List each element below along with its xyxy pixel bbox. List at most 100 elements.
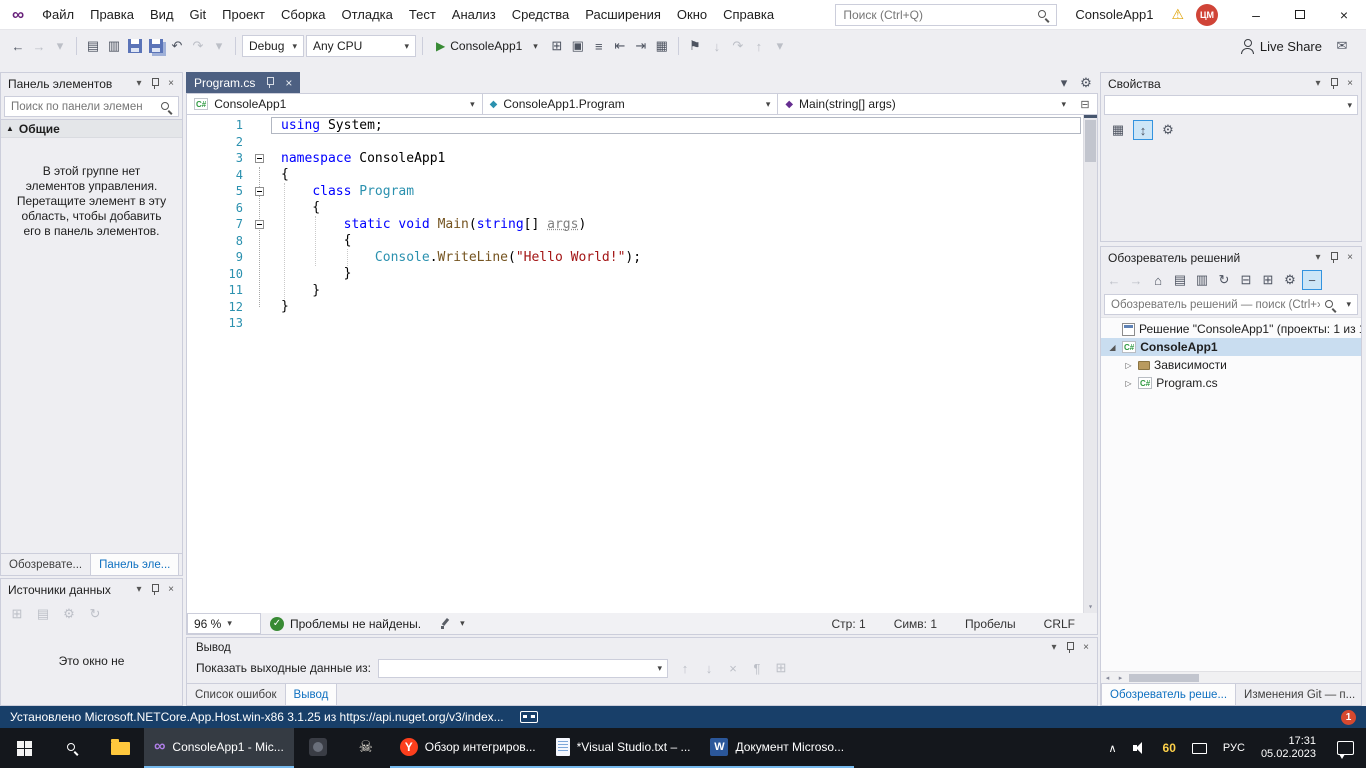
fold-toggle-icon[interactable] <box>249 220 269 229</box>
user-avatar[interactable]: ЦМ <box>1196 4 1218 26</box>
split-window-icon[interactable]: ⊟ <box>1073 94 1097 114</box>
profiler-icon[interactable]: ▣ <box>568 36 588 56</box>
attach-process-icon[interactable]: ⊞ <box>547 36 567 56</box>
code-line[interactable]: 8 { <box>187 233 1083 250</box>
refresh-data-source-icon[interactable]: ↻ <box>85 604 105 624</box>
configure-data-source-icon[interactable]: ⚙ <box>59 604 79 624</box>
collapse-all-icon[interactable]: ⊟ <box>1236 270 1256 290</box>
close-button[interactable]: × <box>1322 0 1366 30</box>
indent-decrease-icon[interactable]: ⇤ <box>610 36 630 56</box>
add-data-source-icon[interactable]: ⊞ <box>7 604 27 624</box>
menu-Вид[interactable]: Вид <box>142 2 182 27</box>
menu-Проект[interactable]: Проект <box>214 2 273 27</box>
tool-tab[interactable]: Обозревате... <box>1 554 90 575</box>
tool-tab[interactable]: Обозреватель реше... <box>1101 684 1236 705</box>
solution-search-input[interactable]: Обозреватель решений — поиск (Ctrl+» ▾ <box>1104 294 1358 315</box>
taskbar-task-vs[interactable]: ∞ConsoleApp1 - Mic... <box>144 728 294 768</box>
scroll-down-icon[interactable]: ▾ <box>1084 602 1097 611</box>
feedback-icon[interactable]: ✉ <box>1332 36 1352 56</box>
whitespace-indicator[interactable]: Пробелы <box>965 617 1016 631</box>
tool-tab[interactable]: Список ошибок <box>187 684 285 705</box>
switch-views-icon[interactable]: ▤ <box>1170 270 1190 290</box>
goto-prev-message-icon[interactable]: ↑ <box>675 658 695 678</box>
menu-Справка[interactable]: Справка <box>715 2 782 27</box>
minimize-button[interactable]: – <box>1234 0 1278 30</box>
close-icon[interactable]: × <box>1342 250 1358 266</box>
tool-tab[interactable]: Изменения Git — п... <box>1236 684 1363 705</box>
chevron-down-icon[interactable]: ▾ <box>1046 640 1062 656</box>
pin-icon[interactable] <box>147 76 163 92</box>
pin-icon[interactable] <box>1326 76 1342 92</box>
clock[interactable]: 17:31 05.02.2023 <box>1253 728 1324 768</box>
word-wrap-icon[interactable]: ¶ <box>747 658 767 678</box>
close-icon[interactable]: × <box>1078 640 1094 656</box>
language-indicator[interactable]: РУС <box>1215 728 1253 768</box>
code-line[interactable]: 12} <box>187 299 1083 316</box>
home-icon[interactable]: ⌂ <box>1148 270 1168 290</box>
fold-toggle-icon[interactable] <box>249 187 269 196</box>
tree-item--[interactable]: ▷Зависимости <box>1101 356 1361 374</box>
scroll-right-icon[interactable]: ▸ <box>1114 674 1127 682</box>
comment-icon[interactable]: ▦ <box>652 36 672 56</box>
line-ending-indicator[interactable]: CRLF <box>1044 617 1075 631</box>
code-line[interactable]: 4{ <box>187 167 1083 184</box>
quick-launch-search[interactable]: Поиск (Ctrl+Q) <box>835 4 1057 26</box>
menu-Анализ[interactable]: Анализ <box>444 2 504 27</box>
preview-selected-icon[interactable]: − <box>1302 270 1322 290</box>
scrollbar-thumb[interactable] <box>1085 120 1096 162</box>
toolbox-search-input[interactable]: Поиск по панели элемен <box>4 96 179 117</box>
pin-icon[interactable] <box>1062 640 1078 656</box>
menu-Правка[interactable]: Правка <box>82 2 142 27</box>
property-pages-icon[interactable]: ⚙ <box>1158 120 1178 140</box>
tree-item-program-cs[interactable]: ▷C#Program.cs <box>1101 374 1361 392</box>
properties-icon[interactable]: ⚙ <box>1280 270 1300 290</box>
save-all-icon[interactable] <box>146 36 166 56</box>
maximize-button[interactable] <box>1278 0 1322 30</box>
code-line[interactable]: 3namespace ConsoleApp1 <box>187 150 1083 167</box>
char-indicator[interactable]: Симв: 1 <box>894 617 937 631</box>
project-dropdown[interactable]: C# ConsoleApp1 ▾ <box>187 94 483 114</box>
list-members-icon[interactable]: ≡ <box>589 36 609 56</box>
code-line[interactable]: 9 Console.WriteLine("Hello World!"); <box>187 249 1083 266</box>
document-tab-programcs[interactable]: Program.cs × <box>186 72 300 93</box>
code-line[interactable]: 10 } <box>187 266 1083 283</box>
pin-icon[interactable] <box>147 582 163 598</box>
redo-icon[interactable]: ↷ <box>188 36 208 56</box>
member-dropdown[interactable]: ◆ Main(string[] args) ▾ <box>778 94 1073 114</box>
action-center-button[interactable] <box>1324 728 1366 768</box>
scrollbar-thumb[interactable] <box>1129 674 1199 682</box>
menu-Окно[interactable]: Окно <box>669 2 715 27</box>
expander-icon[interactable]: ◢ <box>1107 343 1118 352</box>
bookmark-icon[interactable]: ⚑ <box>685 36 705 56</box>
back-icon[interactable]: ← <box>1104 270 1124 290</box>
redo-dropdown-icon[interactable]: ▾ <box>209 36 229 56</box>
notification-bell-badge[interactable]: 1 <box>1341 710 1356 725</box>
menu-Отладка[interactable]: Отладка <box>334 2 401 27</box>
menu-Средства[interactable]: Средства <box>504 2 578 27</box>
taskbar-task-yandex[interactable]: YОбзор интегриров... <box>390 728 546 768</box>
document-list-dropdown-icon[interactable]: ▾ <box>1054 73 1074 93</box>
output-pin-icon[interactable]: ⊞ <box>771 658 791 678</box>
taskbar-search-button[interactable] <box>48 728 96 768</box>
battery-percent[interactable]: 60 <box>1155 728 1184 768</box>
code-line[interactable]: 6 { <box>187 200 1083 217</box>
expander-icon[interactable]: ▷ <box>1123 361 1134 370</box>
start-debugging-button[interactable]: ▶ ConsoleApp1 ▾ <box>429 34 545 58</box>
tool-tab[interactable]: Вывод <box>285 684 338 705</box>
menu-Сборка[interactable]: Сборка <box>273 2 334 27</box>
nav-forward-icon[interactable]: → <box>29 36 49 56</box>
warning-icon[interactable]: ⚠ <box>1171 6 1184 23</box>
keyboard-icon[interactable] <box>520 711 538 723</box>
step-into-icon[interactable]: ↓ <box>707 36 727 56</box>
step-over-icon[interactable]: ↷ <box>728 36 748 56</box>
code-editor[interactable]: 1using System;23namespace ConsoleApp14{5… <box>186 115 1098 613</box>
chevron-down-icon[interactable]: ▾ <box>131 76 147 92</box>
close-icon[interactable]: × <box>1342 76 1358 92</box>
indent-increase-icon[interactable]: ⇥ <box>631 36 651 56</box>
expander-icon[interactable]: ▷ <box>1123 379 1134 388</box>
ink-editing-button[interactable]: ▾ <box>440 618 465 629</box>
toolbar-options-icon[interactable]: ▾ <box>770 36 790 56</box>
menu-Расширения[interactable]: Расширения <box>577 2 669 27</box>
file-explorer-button[interactable] <box>96 728 144 768</box>
chevron-down-icon[interactable]: ▾ <box>1310 250 1326 266</box>
